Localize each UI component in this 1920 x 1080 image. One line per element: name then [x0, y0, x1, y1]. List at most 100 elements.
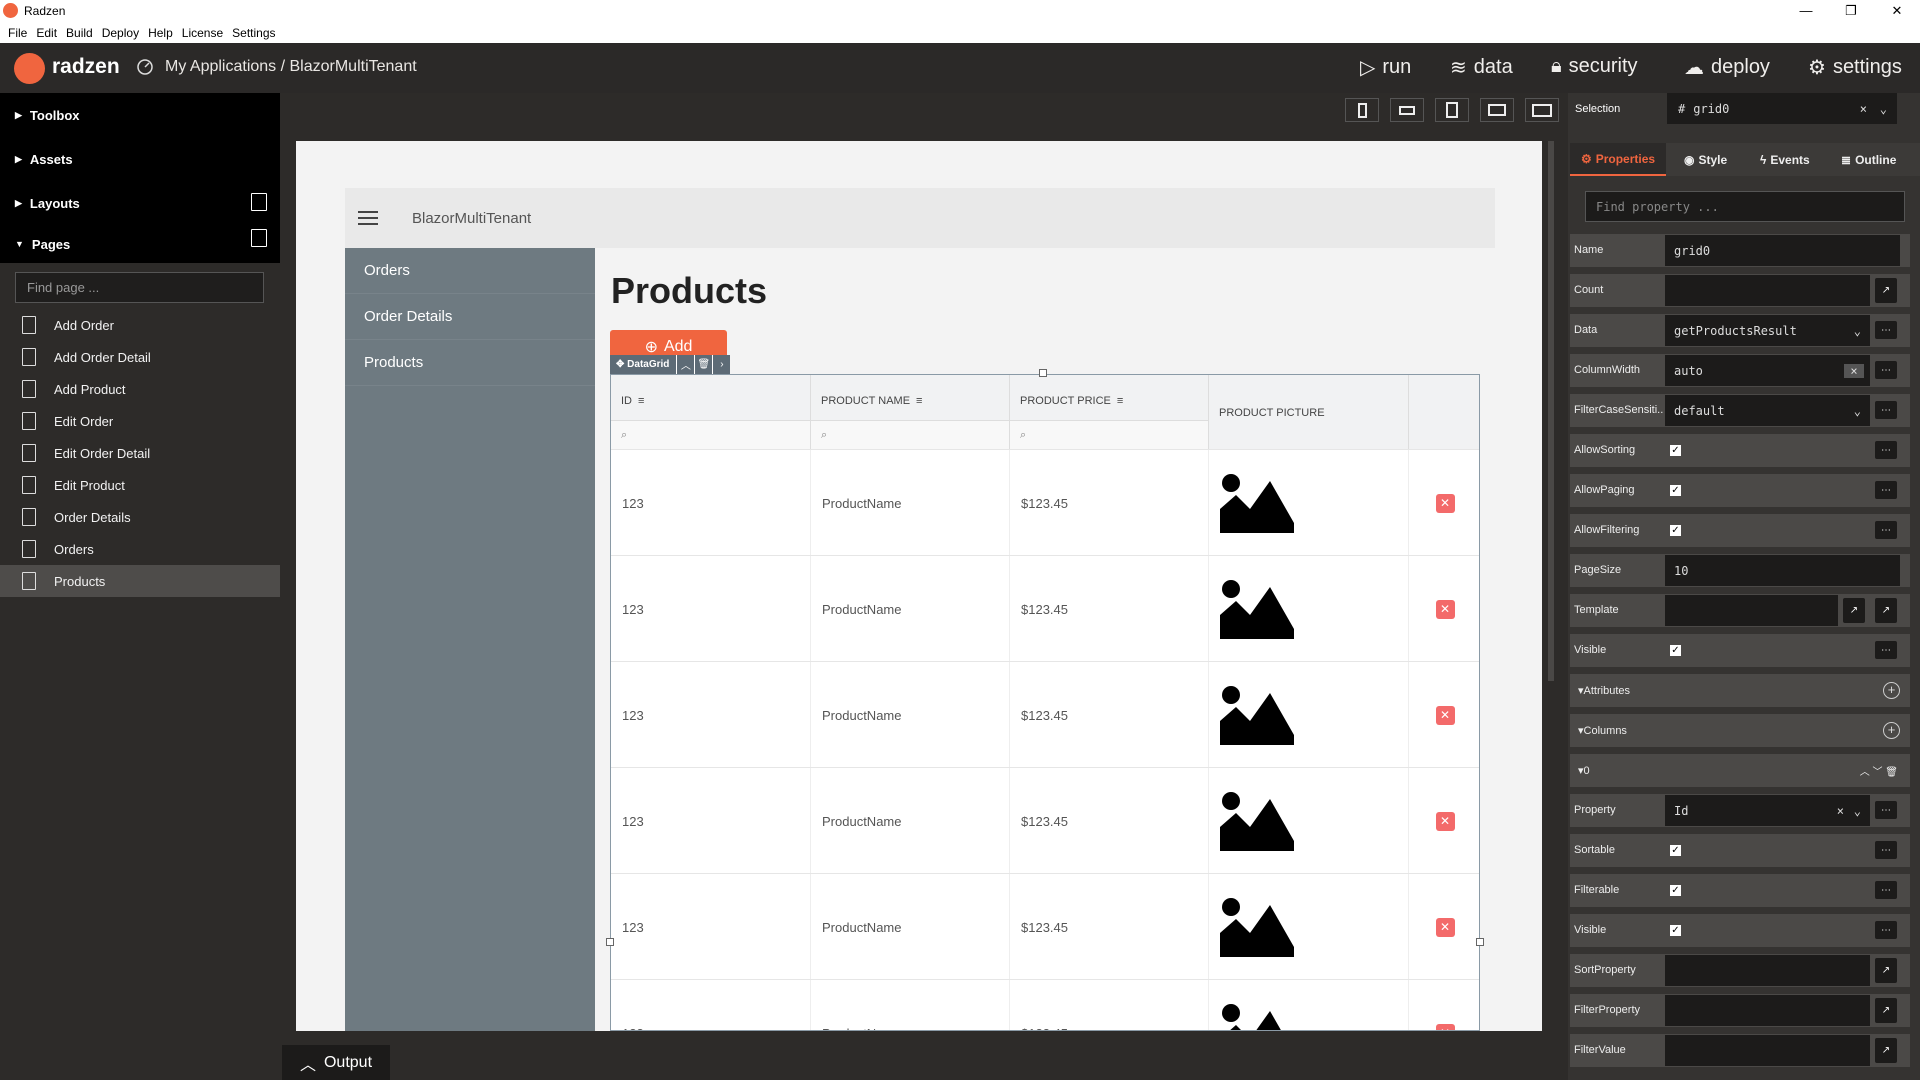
menu-edit[interactable]: Edit	[36, 26, 57, 40]
chevron-right-icon[interactable]: ›	[712, 355, 730, 374]
assets-section[interactable]: ▶ Assets	[0, 137, 280, 181]
edit-icon[interactable]: ↗	[1875, 278, 1897, 303]
chevron-up-icon[interactable]: ︿	[1860, 767, 1873, 778]
property-input[interactable]	[1665, 595, 1838, 626]
page-item-add-order-detail[interactable]: Add Order Detail	[0, 341, 280, 373]
delete-button[interactable]: ✕	[1435, 1023, 1455, 1030]
column-header-product-name[interactable]: PRODUCT NAME ≡ ⌕	[811, 375, 1010, 449]
output-tab[interactable]: ︿ Output	[282, 1045, 390, 1080]
filter-input[interactable]: ⌕	[611, 420, 810, 449]
resize-handle-top[interactable]	[1039, 369, 1047, 377]
page-item-products[interactable]: Products	[0, 565, 280, 597]
clear-icon[interactable]: ×	[1837, 804, 1844, 818]
new-layout-icon[interactable]	[251, 193, 267, 211]
toolbox-section[interactable]: ▶ Toolbox	[0, 93, 280, 137]
bind-button[interactable]: ⋯	[1875, 921, 1897, 939]
bind-button[interactable]: ⋯	[1875, 401, 1897, 419]
delete-button[interactable]: ✕	[1435, 917, 1455, 937]
tab-style[interactable]: ◉ Style	[1684, 143, 1727, 176]
property-input[interactable]: default ⌄	[1665, 395, 1870, 426]
edit-icon[interactable]: ↗	[1875, 998, 1897, 1023]
property-input[interactable]: 10	[1665, 555, 1900, 586]
table-row[interactable]: 123ProductName$123.45 ✕	[611, 767, 1479, 874]
trash-icon[interactable]: 🗑︎	[1885, 767, 1898, 778]
checkbox[interactable]: ✓	[1670, 525, 1681, 536]
run-button[interactable]: ▷ run	[1360, 55, 1411, 80]
app-nav-orders[interactable]: Orders	[345, 248, 595, 294]
edit-icon[interactable]: ↗	[1875, 958, 1897, 983]
pages-section[interactable]: ▼ Pages	[0, 225, 280, 263]
edit-icon[interactable]: ↗	[1843, 598, 1865, 623]
table-row[interactable]: 123ProductName$123.45 ✕	[611, 873, 1479, 980]
menu-settings[interactable]: Settings	[232, 26, 275, 40]
bind-button[interactable]: ⋯	[1875, 441, 1897, 459]
property-input[interactable]: auto ×	[1665, 355, 1870, 386]
menu-help[interactable]: Help	[148, 26, 173, 40]
selection-select[interactable]: # grid0 × ⌄	[1667, 93, 1897, 124]
tab-events[interactable]: ϟ Events	[1760, 143, 1810, 176]
checkbox[interactable]: ✓	[1670, 485, 1681, 496]
menu-build[interactable]: Build	[66, 26, 93, 40]
delete-button[interactable]: ✕	[1435, 811, 1455, 831]
clear-icon[interactable]: ×	[1860, 102, 1867, 116]
restore-button[interactable]: ❐	[1828, 0, 1874, 22]
property-input[interactable]: getProductsResult ⌄	[1665, 315, 1870, 346]
page-item-add-order[interactable]: Add Order	[0, 309, 280, 341]
checkbox[interactable]: ✓	[1670, 845, 1681, 856]
chevron-down-icon[interactable]: ⌄	[1854, 804, 1861, 818]
property-input[interactable]: grid0	[1665, 235, 1900, 266]
canvas-scrollbar[interactable]	[1548, 141, 1554, 681]
deploy-button[interactable]: ☁ deploy	[1684, 55, 1770, 80]
property-input[interactable]	[1665, 275, 1870, 306]
checkbox[interactable]: ✓	[1670, 445, 1681, 456]
datagrid-selection-tag[interactable]: ✥ DataGrid ︿ 🗑︎ ›	[610, 355, 731, 374]
clear-icon[interactable]: ×	[1844, 363, 1864, 378]
sort-icon[interactable]: ≡	[1117, 395, 1123, 407]
breadcrumb[interactable]: My Applications / BlazorMultiTenant	[165, 58, 417, 76]
property-input[interactable]	[1665, 955, 1870, 986]
find-property-input[interactable]: Find property ...	[1585, 191, 1905, 222]
table-row[interactable]: 123ProductName$123.45 ✕	[611, 555, 1479, 662]
security-button[interactable]: 🔒︎ security	[1551, 55, 1638, 78]
menu-file[interactable]: File	[8, 26, 27, 40]
table-row[interactable]: 123ProductName$123.45 ✕	[611, 979, 1479, 1030]
edit-icon[interactable]: ↗	[1875, 598, 1897, 623]
bind-button[interactable]: ⋯	[1875, 361, 1897, 379]
property-input[interactable]	[1665, 995, 1870, 1026]
phone-landscape-button[interactable]	[1390, 98, 1424, 122]
sort-icon[interactable]: ≡	[638, 395, 644, 407]
bind-button[interactable]: ⋯	[1875, 321, 1897, 339]
page-item-orders[interactable]: Orders	[0, 533, 280, 565]
delete-button[interactable]: ✕	[1435, 493, 1455, 513]
menu-deploy[interactable]: Deploy	[102, 26, 139, 40]
checkbox[interactable]: ✓	[1670, 885, 1681, 896]
filter-input[interactable]: ⌕	[811, 420, 1009, 449]
tab-properties[interactable]: ⚙ Properties	[1570, 143, 1666, 176]
table-row[interactable]: 123ProductName$123.45 ✕	[611, 449, 1479, 556]
bind-button[interactable]: ⋯	[1875, 841, 1897, 859]
resize-handle-right[interactable]	[1476, 938, 1484, 946]
column-header-id[interactable]: ID ≡ ⌕	[611, 375, 811, 449]
tab-outline[interactable]: ≣ Outline	[1841, 143, 1896, 176]
page-item-order-details[interactable]: Order Details	[0, 501, 280, 533]
page-item-edit-order[interactable]: Edit Order	[0, 405, 280, 437]
delete-button[interactable]: ✕	[1435, 705, 1455, 725]
hamburger-icon[interactable]	[358, 211, 378, 225]
table-row[interactable]: 123ProductName$123.45 ✕	[611, 661, 1479, 768]
column-header-product-picture[interactable]: PRODUCT PICTURE	[1209, 375, 1409, 449]
tablet-landscape-button[interactable]	[1480, 98, 1514, 122]
delete-button[interactable]: ✕	[1435, 599, 1455, 619]
app-nav-products[interactable]: Products	[345, 340, 595, 386]
find-page-input[interactable]: Find page ...	[15, 272, 264, 303]
chevron-down-icon[interactable]: ⌄	[1854, 324, 1861, 338]
bind-button[interactable]: ⋯	[1875, 881, 1897, 899]
page-item-edit-order-detail[interactable]: Edit Order Detail	[0, 437, 280, 469]
page-item-add-product[interactable]: Add Product	[0, 373, 280, 405]
add-icon[interactable]: +	[1883, 722, 1900, 739]
resize-handle-left[interactable]	[606, 938, 614, 946]
chevron-down-icon[interactable]: ﹀	[1873, 767, 1886, 778]
dashboard-icon[interactable]	[136, 58, 154, 76]
phone-portrait-button[interactable]	[1345, 98, 1379, 122]
page-heading[interactable]: Products	[611, 270, 767, 312]
page-item-edit-product[interactable]: Edit Product	[0, 469, 280, 501]
